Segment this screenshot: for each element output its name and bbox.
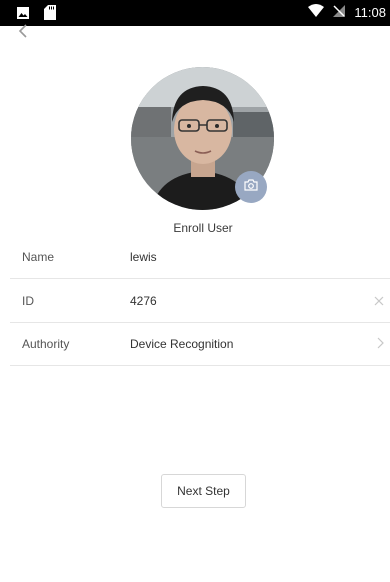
back-button[interactable] [12, 22, 34, 44]
status-bar: 11:08 [0, 0, 390, 26]
status-bar-right: 11:08 [308, 4, 386, 21]
id-label: ID [22, 294, 34, 308]
page-title: Enroll User [173, 221, 233, 235]
camera-icon [244, 178, 258, 196]
status-time: 11:08 [354, 5, 386, 20]
wifi-icon [308, 4, 325, 21]
authority-label: Authority [22, 337, 70, 351]
no-signal-icon [332, 4, 346, 21]
name-label: Name [22, 250, 55, 264]
authority-row[interactable]: Authority Device Recognition [10, 323, 390, 366]
authority-chevron[interactable] [377, 336, 384, 352]
clear-icon [374, 293, 384, 309]
chevron-right-icon [377, 336, 384, 352]
authority-value: Device Recognition [130, 337, 234, 351]
id-value[interactable]: 4276 [130, 294, 157, 308]
name-value[interactable]: lewis [130, 250, 157, 264]
clear-id-button[interactable] [374, 293, 384, 309]
change-photo-button[interactable] [235, 171, 267, 203]
name-row[interactable]: Name lewis [10, 236, 390, 279]
id-row[interactable]: ID 4276 [10, 280, 390, 323]
sd-card-icon [44, 5, 56, 25]
avatar-container [131, 67, 274, 210]
next-step-button[interactable]: Next Step [161, 474, 246, 508]
chevron-left-icon [17, 23, 29, 44]
